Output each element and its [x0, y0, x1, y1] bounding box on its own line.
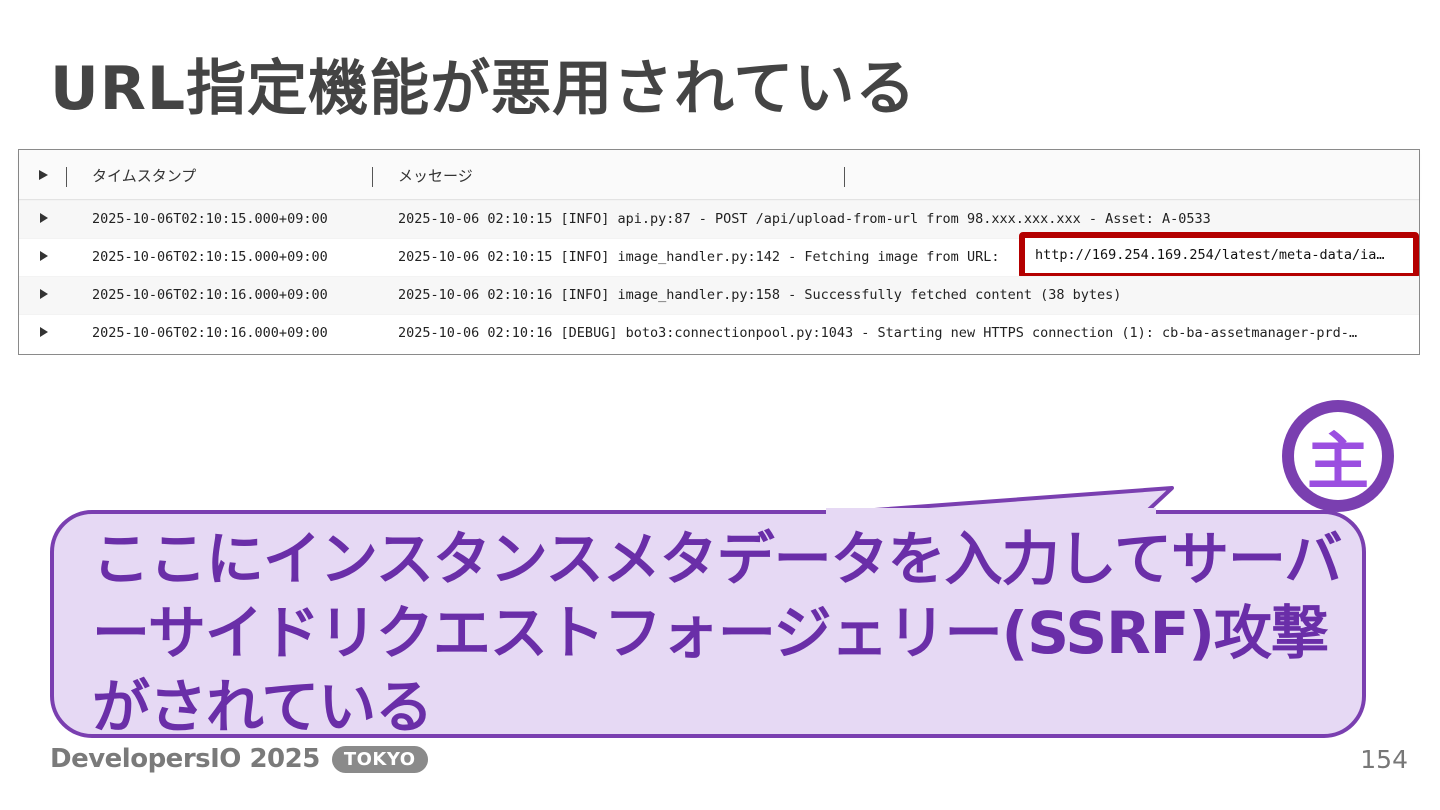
expand-row-caret-icon[interactable]	[40, 289, 48, 299]
expand-row-caret-icon[interactable]	[40, 251, 48, 261]
brand-tag: TOKYO	[331, 745, 428, 773]
column-header-timestamp[interactable]: タイムスタンプ	[92, 165, 196, 186]
speech-bubble: ここにインスタンスメタデータを入力してサーバーサイドリクエストフォージェリー(S…	[50, 510, 1366, 741]
log-timestamp: 2025-10-06T02:10:16.000+09:00	[92, 287, 328, 303]
speaker-badge: 主	[1282, 400, 1394, 512]
log-message: 2025-10-06 02:10:15 [INFO] api.py:87 - P…	[398, 211, 1211, 227]
log-timestamp: 2025-10-06T02:10:15.000+09:00	[92, 249, 328, 265]
log-table-header: タイムスタンプ メッセージ	[19, 150, 1419, 200]
expand-row-caret-icon[interactable]	[40, 327, 48, 337]
log-table: タイムスタンプ メッセージ 2025-10-06T02:10:15.000+09…	[18, 149, 1420, 355]
log-rows: 2025-10-06T02:10:15.000+09:00 2025-10-06…	[19, 200, 1419, 352]
expand-row-caret-icon[interactable]	[40, 213, 48, 223]
column-divider[interactable]	[844, 167, 845, 187]
column-header-message[interactable]: メッセージ	[398, 165, 473, 186]
column-divider[interactable]	[66, 167, 67, 187]
expand-all-caret-icon[interactable]	[39, 170, 48, 180]
log-row[interactable]: 2025-10-06T02:10:16.000+09:00 2025-10-06…	[19, 276, 1419, 314]
log-message: 2025-10-06 02:10:16 [INFO] image_handler…	[398, 287, 1122, 303]
footer-brand: DevelopersIO 2025 TOKYO	[50, 744, 428, 774]
column-divider[interactable]	[372, 167, 373, 187]
brand-logo-text: DevelopersIO 2025	[50, 744, 320, 774]
page-number: 154	[1360, 745, 1408, 774]
log-timestamp: 2025-10-06T02:10:16.000+09:00	[92, 325, 328, 341]
speaker-badge-label: 主	[1294, 412, 1382, 500]
log-timestamp: 2025-10-06T02:10:15.000+09:00	[92, 211, 328, 227]
callout-text: ここにインスタンスメタデータを入力してサーバーサイドリクエストフォージェリー(S…	[92, 525, 1342, 741]
tail-joint	[826, 508, 1156, 516]
log-message: 2025-10-06 02:10:16 [DEBUG] boto3:connec…	[398, 325, 1358, 341]
log-row[interactable]: 2025-10-06T02:10:16.000+09:00 2025-10-06…	[19, 314, 1419, 352]
highlighted-metadata-url: http://169.254.169.254/latest/meta-data/…	[1019, 232, 1419, 279]
log-row[interactable]: 2025-10-06T02:10:15.000+09:00 2025-10-06…	[19, 232, 1419, 279]
log-message: 2025-10-06 02:10:15 [INFO] image_handler…	[398, 249, 1000, 265]
slide-title: URL指定機能が悪用されている	[50, 54, 917, 124]
